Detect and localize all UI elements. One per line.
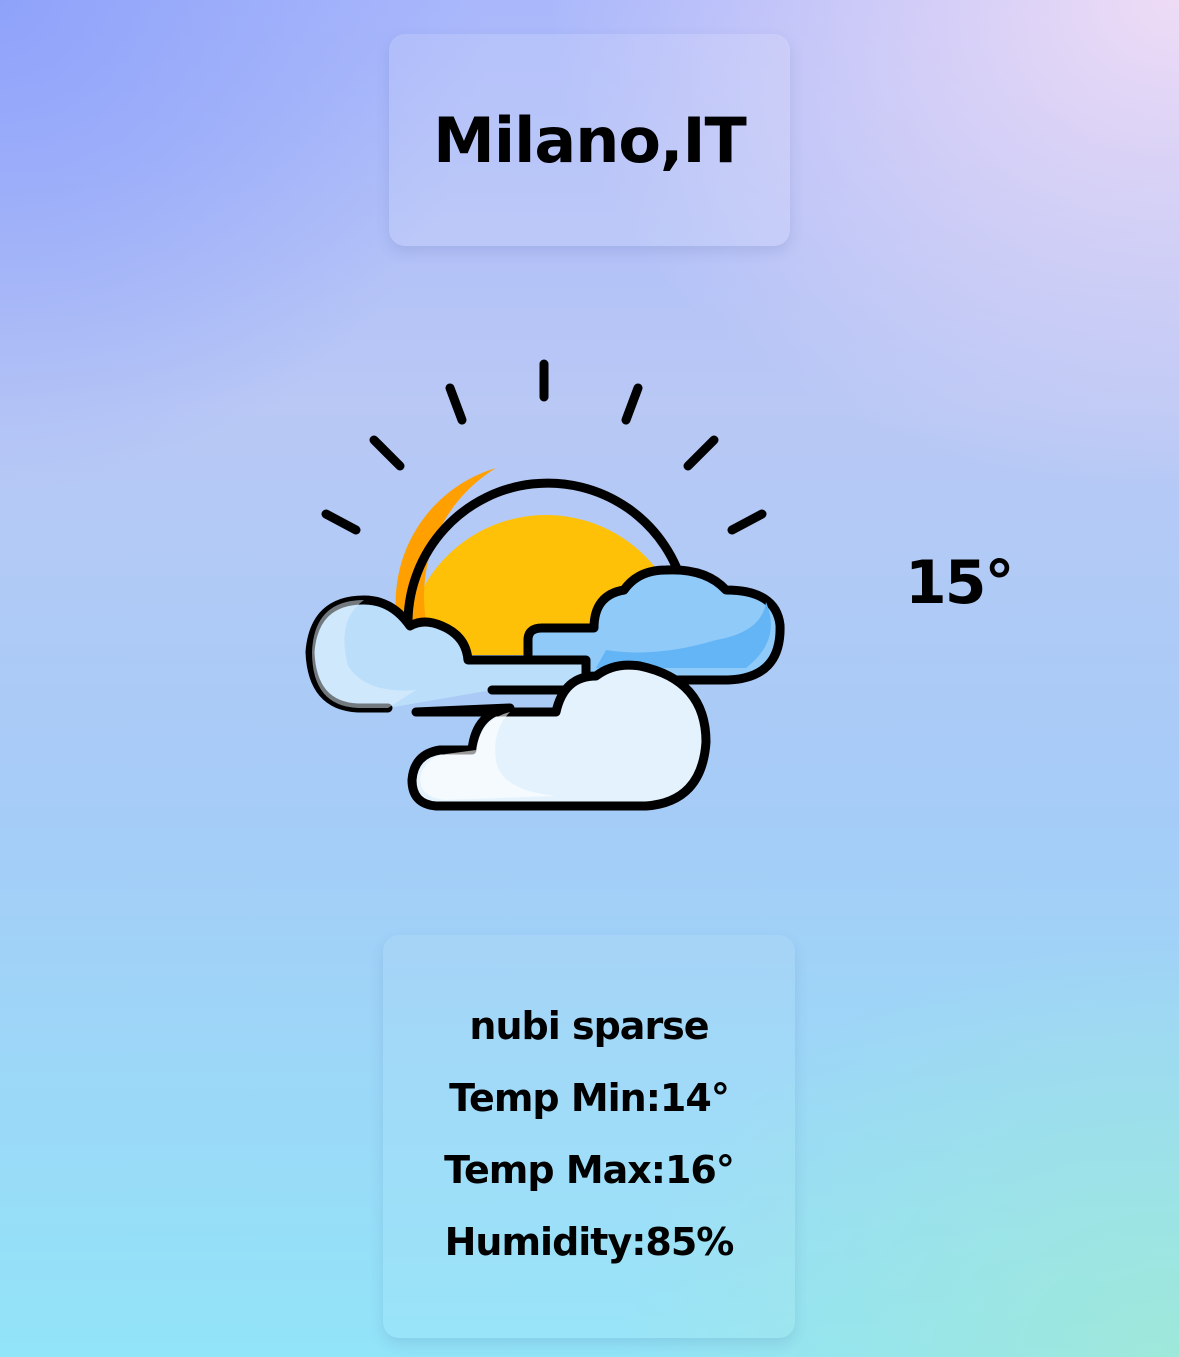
sun-ray xyxy=(445,383,467,425)
humidity: Humidity:85% xyxy=(444,1220,735,1264)
current-temperature: 15° xyxy=(905,548,1014,618)
weather-description: nubi sparse xyxy=(469,1004,709,1048)
sun-behind-clouds-icon xyxy=(296,350,796,825)
sun-ray xyxy=(683,435,719,471)
city-name: Milano,IT xyxy=(433,103,747,177)
temp-max: Temp Max:16° xyxy=(444,1148,735,1192)
sun-ray xyxy=(369,435,405,471)
sun-ray xyxy=(621,383,643,425)
city-card: Milano,IT xyxy=(389,34,790,246)
weather-details-card: nubi sparse Temp Min:14° Temp Max:16° Hu… xyxy=(383,935,795,1338)
sun-ray xyxy=(321,509,361,535)
temp-min: Temp Min:14° xyxy=(449,1076,730,1120)
sun-ray xyxy=(727,509,767,535)
